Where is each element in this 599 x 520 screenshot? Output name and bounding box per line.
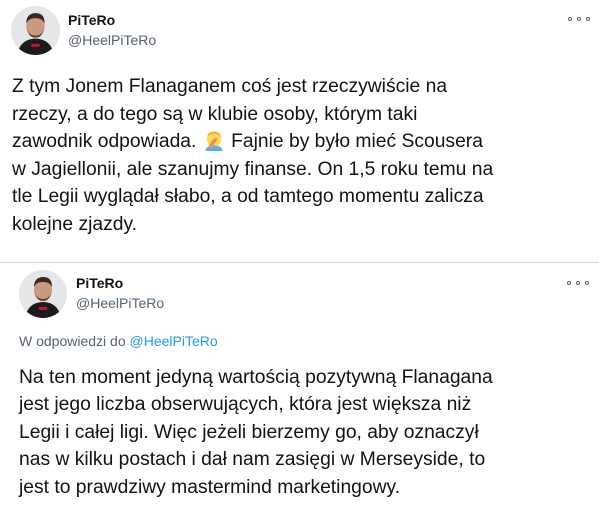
- tweet-text-line: zawodnik odpowiada. Fajnie by było mieć …: [12, 128, 493, 156]
- more-horizontal-icon[interactable]: [567, 276, 589, 290]
- tweet-text-line: Z tym Jonem Flanaganem coś jest rzeczywi…: [12, 76, 448, 97]
- reply-handle-link[interactable]: @HeelPiTeRo: [130, 333, 218, 349]
- author-name[interactable]: PiTeRo: [68, 12, 115, 28]
- tweet-text-fragment: Fajnie by było mieć Scousera: [231, 131, 483, 153]
- tweet-text-line: Legii i całej ligi. Więc jeżeli bierzemy…: [19, 421, 479, 443]
- tweet-text-line: tle Legii wyglądał słabo, a od tamtego m…: [12, 186, 484, 208]
- tweet-text-line: jest jego liczba obserwujących, która je…: [19, 394, 472, 416]
- author-handle[interactable]: @HeelPiTeRo: [76, 295, 164, 311]
- tweet-text: Z tym Jonem Flanaganem coś jest rzeczywi…: [12, 73, 493, 239]
- tweet-text-line: jest to prawdziwy mastermind marketingow…: [19, 476, 401, 498]
- tweet-text: Na ten moment jedyną wartością pozytywną…: [19, 364, 493, 501]
- avatar-photo: [11, 6, 60, 55]
- reply-context: W odpowiedzi do @HeelPiTeRo: [19, 333, 218, 349]
- avatar[interactable]: [11, 6, 60, 55]
- man-facepalming-emoji-icon: [203, 129, 225, 152]
- avatar[interactable]: [19, 270, 67, 318]
- tweet-text-line: Na ten moment jedyną wartością pozytywną…: [19, 367, 493, 388]
- more-horizontal-icon[interactable]: [568, 12, 590, 26]
- tweet-text-line: rzeczy, a do tego są w klubie osoby, któ…: [12, 103, 418, 125]
- tweet-text-line: kolejne zjazdy.: [12, 213, 138, 235]
- reply-prefix: W odpowiedzi do: [19, 333, 126, 349]
- author-handle[interactable]: @HeelPiTeRo: [68, 32, 156, 48]
- tweet-text-fragment: zawodnik odpowiada.: [12, 131, 197, 153]
- author-name[interactable]: PiTeRo: [76, 275, 123, 291]
- avatar-photo: [19, 270, 67, 318]
- tweet: PiTeRo @HeelPiTeRo W odpowiedzi do @Heel…: [0, 262, 599, 520]
- tweet: PiTeRo @HeelPiTeRo Z tym Jonem Flanagane…: [0, 0, 599, 262]
- tweet-text-line: nas w kilku postach i dał nam zasięgi w …: [19, 449, 486, 471]
- tweet-text-line: w Jagiellonii, ale szanujmy finanse. On …: [12, 158, 494, 180]
